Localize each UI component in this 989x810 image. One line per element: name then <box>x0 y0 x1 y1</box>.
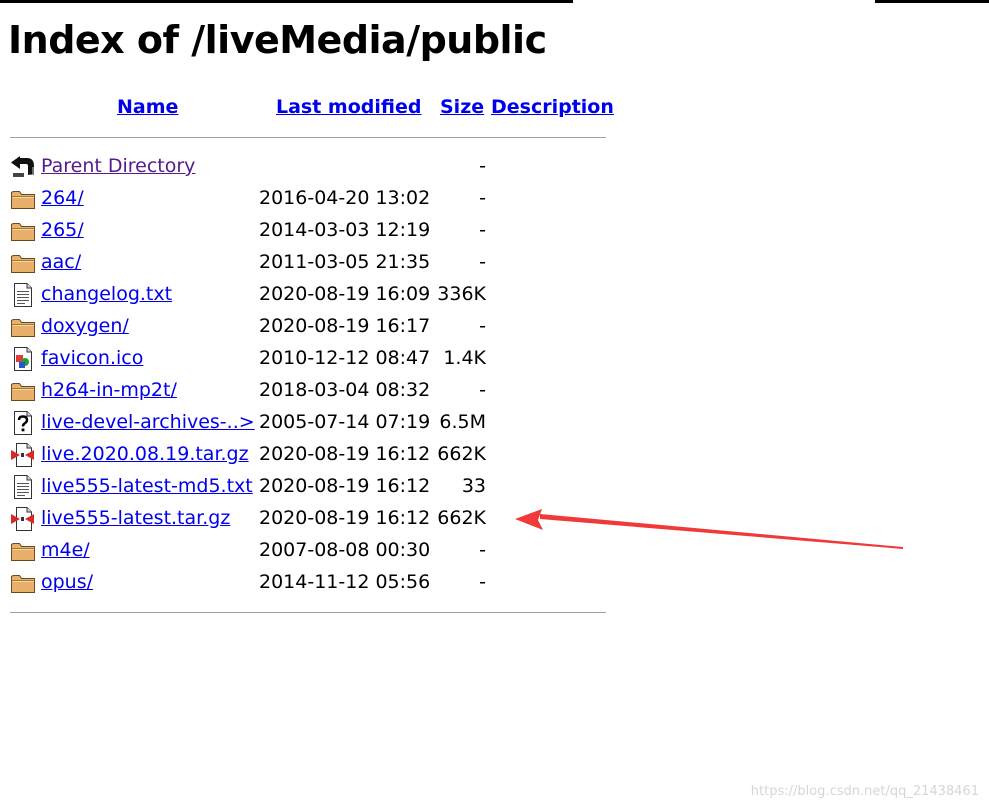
text-file-icon <box>10 283 36 307</box>
size-cell: - <box>479 571 486 593</box>
page-title: Index of /liveMedia/public <box>8 18 547 62</box>
table-row: Parent Directory - <box>10 152 607 184</box>
file-link[interactable]: favicon.ico <box>41 347 143 369</box>
folder-icon <box>10 315 36 339</box>
last-modified-cell: 2020-08-19 16:09 <box>259 283 431 305</box>
folder-icon <box>10 379 36 403</box>
size-cell: 336K <box>437 283 486 305</box>
top-border-left <box>0 0 573 3</box>
compressed-file-icon <box>10 507 36 531</box>
file-link[interactable]: doxygen/ <box>41 315 129 337</box>
table-row: h264-in-mp2t/2018-03-04 08:32 - <box>10 376 607 408</box>
parent-directory-link[interactable]: Parent Directory <box>41 155 195 177</box>
size-cell: 33 <box>461 475 486 497</box>
listing-header: Name Last modified Size Description <box>10 92 614 126</box>
table-row: doxygen/2020-08-19 16:17 - <box>10 312 607 344</box>
compressed-file-icon <box>10 443 36 467</box>
parent-directory-icon <box>10 155 36 179</box>
file-list: Parent Directory -264/2016-04-20 13:02-26… <box>10 138 607 600</box>
file-link[interactable]: h264-in-mp2t/ <box>41 379 177 401</box>
footer-divider <box>10 612 606 613</box>
last-modified-cell: 2020-08-19 16:17 <box>259 315 431 337</box>
table-row: changelog.txt 2020-08-19 16:09 336K <box>10 280 607 312</box>
sort-by-description-link[interactable]: Description <box>491 96 614 118</box>
file-link[interactable]: 264/ <box>41 187 84 209</box>
last-modified-cell: 2016-04-20 13:02 <box>259 187 431 209</box>
size-cell: - <box>479 379 486 401</box>
file-link[interactable]: live-devel-archives-..> <box>41 411 255 433</box>
sort-by-name-link[interactable]: Name <box>117 96 178 118</box>
table-row: m4e/2007-08-08 00:30 - <box>10 536 607 568</box>
table-row: live555-latest.tar.gz 2020-08-19 16:12 662… <box>10 504 607 536</box>
last-modified-cell: 2005-07-14 07:19 <box>259 411 431 433</box>
size-cell: - <box>479 155 486 177</box>
last-modified-cell: 2007-08-08 00:30 <box>259 539 431 561</box>
size-cell: 1.4K <box>443 347 486 369</box>
size-cell: - <box>479 187 486 209</box>
file-link[interactable]: aac/ <box>41 251 81 273</box>
size-cell: 662K <box>437 507 486 529</box>
table-row: 265/2014-03-03 12:19 - <box>10 216 607 248</box>
last-modified-cell: 2011-03-05 21:35 <box>259 251 431 273</box>
file-link[interactable]: opus/ <box>41 571 93 593</box>
size-cell: - <box>479 315 486 337</box>
folder-icon <box>10 187 36 211</box>
table-row: 264/2016-04-20 13:02 - <box>10 184 607 216</box>
image-file-icon <box>10 347 36 371</box>
folder-icon <box>10 251 36 275</box>
table-row: live.2020.08.19.tar.gz 2020-08-19 16:12 66… <box>10 440 607 472</box>
directory-listing: Name Last modified Size Description Pare… <box>10 92 614 613</box>
size-cell: - <box>479 539 486 561</box>
unknown-file-icon <box>10 411 36 435</box>
last-modified-cell: 2018-03-04 08:32 <box>259 379 431 401</box>
text-file-icon <box>10 475 36 499</box>
table-row: favicon.ico 2010-12-12 08:47 1.4K <box>10 344 607 376</box>
last-modified-cell: 2020-08-19 16:12 <box>259 475 431 497</box>
top-border-right <box>875 0 989 3</box>
watermark: https://blog.csdn.net/qq_21438461 <box>750 784 979 799</box>
file-link[interactable]: live555-latest-md5.txt <box>41 475 253 497</box>
last-modified-cell: 2020-08-19 16:12 <box>259 507 431 529</box>
file-link[interactable]: live.2020.08.19.tar.gz <box>41 443 249 465</box>
size-cell: 6.5M <box>439 411 486 433</box>
table-row: live-devel-archives-..> 2005-07-14 07:19 6… <box>10 408 607 440</box>
size-cell: - <box>479 219 486 241</box>
size-cell: 662K <box>437 443 486 465</box>
folder-icon <box>10 539 36 563</box>
sort-by-size-link[interactable]: Size <box>440 96 484 118</box>
folder-icon <box>10 219 36 243</box>
table-row: opus/2014-11-12 05:56 - <box>10 568 607 600</box>
last-modified-cell: 2020-08-19 16:12 <box>259 443 431 465</box>
table-row: aac/2011-03-05 21:35 - <box>10 248 607 280</box>
file-link[interactable]: 265/ <box>41 219 84 241</box>
last-modified-cell: 2014-03-03 12:19 <box>259 219 431 241</box>
size-cell: - <box>479 251 486 273</box>
last-modified-cell: 2014-11-12 05:56 <box>259 571 431 593</box>
file-link[interactable]: m4e/ <box>41 539 90 561</box>
folder-icon <box>10 571 36 595</box>
table-row: live555-latest-md5.txt 2020-08-19 16:12 33 <box>10 472 607 504</box>
sort-by-last-modified-link[interactable]: Last modified <box>276 96 421 118</box>
last-modified-cell: 2010-12-12 08:47 <box>259 347 431 369</box>
file-link[interactable]: changelog.txt <box>41 283 172 305</box>
file-link[interactable]: live555-latest.tar.gz <box>41 507 230 529</box>
